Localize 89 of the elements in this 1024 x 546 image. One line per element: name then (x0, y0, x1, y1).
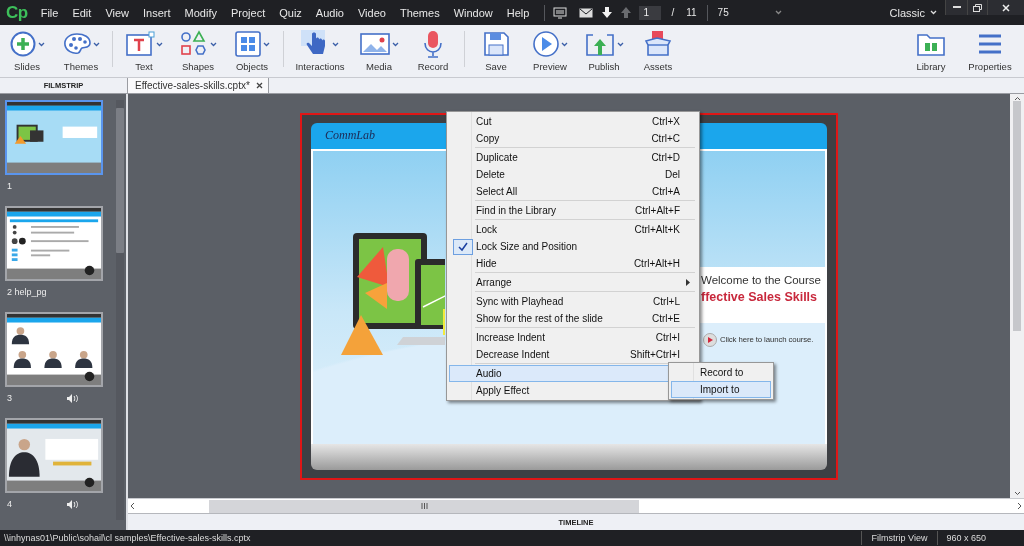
vertical-scrollbar[interactable] (116, 100, 124, 520)
context-menu-item[interactable]: Hide Ctrl+Alt+H (449, 255, 697, 272)
grid-squares-icon (234, 30, 262, 58)
close-icon (1002, 3, 1010, 12)
menu-item[interactable]: Audio (308, 0, 351, 25)
close-button[interactable] (987, 0, 1024, 15)
save-icon (482, 30, 510, 58)
context-menu-item[interactable]: Delete Del (449, 166, 697, 183)
toolbar-button[interactable]: Assets (631, 25, 685, 77)
context-menu-item[interactable]: Decrease Indent Shift+Ctrl+I (449, 346, 697, 363)
context-menu-item[interactable]: Lock Ctrl+Alt+K (449, 221, 697, 238)
slide-label: 2 help_pg (7, 287, 48, 297)
slide-label: 1 (7, 181, 13, 191)
toolbar-button[interactable]: Library (904, 25, 958, 77)
play-button-icon (703, 332, 717, 347)
up-arrow-icon (621, 7, 632, 18)
slide-total: 11 (686, 7, 697, 18)
upload-icon (584, 31, 616, 57)
text-box-icon (125, 31, 155, 57)
toolbar-button[interactable]: Shapes (171, 25, 225, 77)
file-path: \\inhynas01\Public\sohail\cl samples\Effective-sales-skills.cptx (3, 533, 252, 543)
slide-label: 4 (7, 499, 13, 509)
menu-item[interactable]: Project (223, 0, 273, 25)
menu-item[interactable]: Modify (177, 0, 224, 25)
down-arrow-icon (602, 7, 613, 18)
context-menu-item[interactable]: Find in the Library Ctrl+Alt+F (449, 202, 697, 219)
microphone-icon (421, 29, 445, 59)
context-menu-item[interactable]: Copy Ctrl+C (449, 130, 697, 147)
menu-item[interactable]: Themes (392, 0, 447, 25)
context-menu-item[interactable]: Duplicate Ctrl+D (449, 149, 697, 166)
menu-icon (977, 32, 1003, 56)
slide-label: 3 (7, 393, 13, 403)
slide-view-icon (553, 6, 568, 19)
course-title: ffective Sales Skills (701, 289, 819, 304)
menu-item[interactable]: Help (499, 0, 537, 25)
folder-icon (916, 31, 946, 57)
menu-item[interactable]: Edit (65, 0, 99, 25)
view-mode: Filmstrip View (870, 533, 929, 543)
restore-button[interactable] (967, 0, 987, 15)
slide-size: 960 x 650 (945, 533, 987, 543)
minimize-icon (952, 6, 961, 9)
toolbar-button[interactable]: Slides (0, 25, 54, 77)
close-icon (256, 82, 263, 89)
slide-heading: Welcome to the Course (701, 273, 822, 286)
restore-icon (973, 3, 982, 12)
context-menu-item[interactable]: Lock Size and Position (449, 238, 697, 255)
toolbar-button[interactable]: Interactions (288, 25, 352, 77)
zoom-dropdown[interactable]: 75 (717, 7, 782, 18)
context-menu-item[interactable]: Increase Indent Ctrl+I (449, 329, 697, 346)
submenu-item[interactable]: Import to (671, 381, 771, 398)
minimize-button[interactable] (945, 0, 967, 15)
menu-item[interactable]: Quiz (272, 0, 309, 25)
play-circle-icon (532, 30, 560, 58)
mail-icon (579, 7, 594, 18)
grip-icon (420, 503, 428, 509)
plus-circle-icon (9, 30, 37, 58)
menu-item[interactable]: Window (446, 0, 500, 25)
workspace-dropdown[interactable]: Classic (881, 0, 945, 25)
shapes-icon (179, 30, 209, 58)
toolbar-button[interactable]: Themes (54, 25, 108, 77)
caret-icon (930, 10, 937, 15)
vertical-scrollbar[interactable] (1010, 94, 1024, 498)
toolbar-button[interactable]: Text (117, 25, 171, 77)
menu-item[interactable]: Insert (136, 0, 178, 25)
palette-icon (62, 31, 92, 57)
toolbar-button[interactable]: Preview (523, 25, 577, 77)
menu-item[interactable]: Video (350, 0, 393, 25)
toolbar-button[interactable]: Publish (577, 25, 631, 77)
menu-item[interactable]: View (98, 0, 137, 25)
box-icon (643, 30, 673, 58)
document-tab[interactable]: Effective-sales-skills.cptx* (128, 78, 269, 93)
slide-number-field[interactable]: 1 (639, 5, 662, 20)
toolbar-button[interactable]: Media (352, 25, 406, 77)
toolbar-button[interactable]: Objects (225, 25, 279, 77)
toolbar-button[interactable]: Record (406, 25, 460, 77)
slide-separator: / (671, 7, 675, 18)
horizontal-scrollbar[interactable] (128, 498, 1024, 513)
context-menu-item[interactable]: Select All Ctrl+A (449, 183, 697, 200)
context-menu-item[interactable]: Cut Ctrl+X (449, 113, 697, 130)
context-menu-item[interactable]: Show for the rest of the slide Ctrl+E (449, 310, 697, 327)
context-menu-item[interactable]: Arrange (449, 274, 697, 291)
slide-logo: CommLab (325, 128, 375, 143)
app-logo: Cp (6, 2, 28, 23)
toolbar-button[interactable]: Save (469, 25, 523, 77)
image-icon (359, 31, 391, 57)
toolbar-button[interactable]: Properties (958, 25, 1022, 77)
menu-item[interactable]: File (33, 0, 66, 25)
caret-icon (774, 10, 782, 15)
context-menu-item[interactable]: Sync with Playhead Ctrl+L (449, 293, 697, 310)
